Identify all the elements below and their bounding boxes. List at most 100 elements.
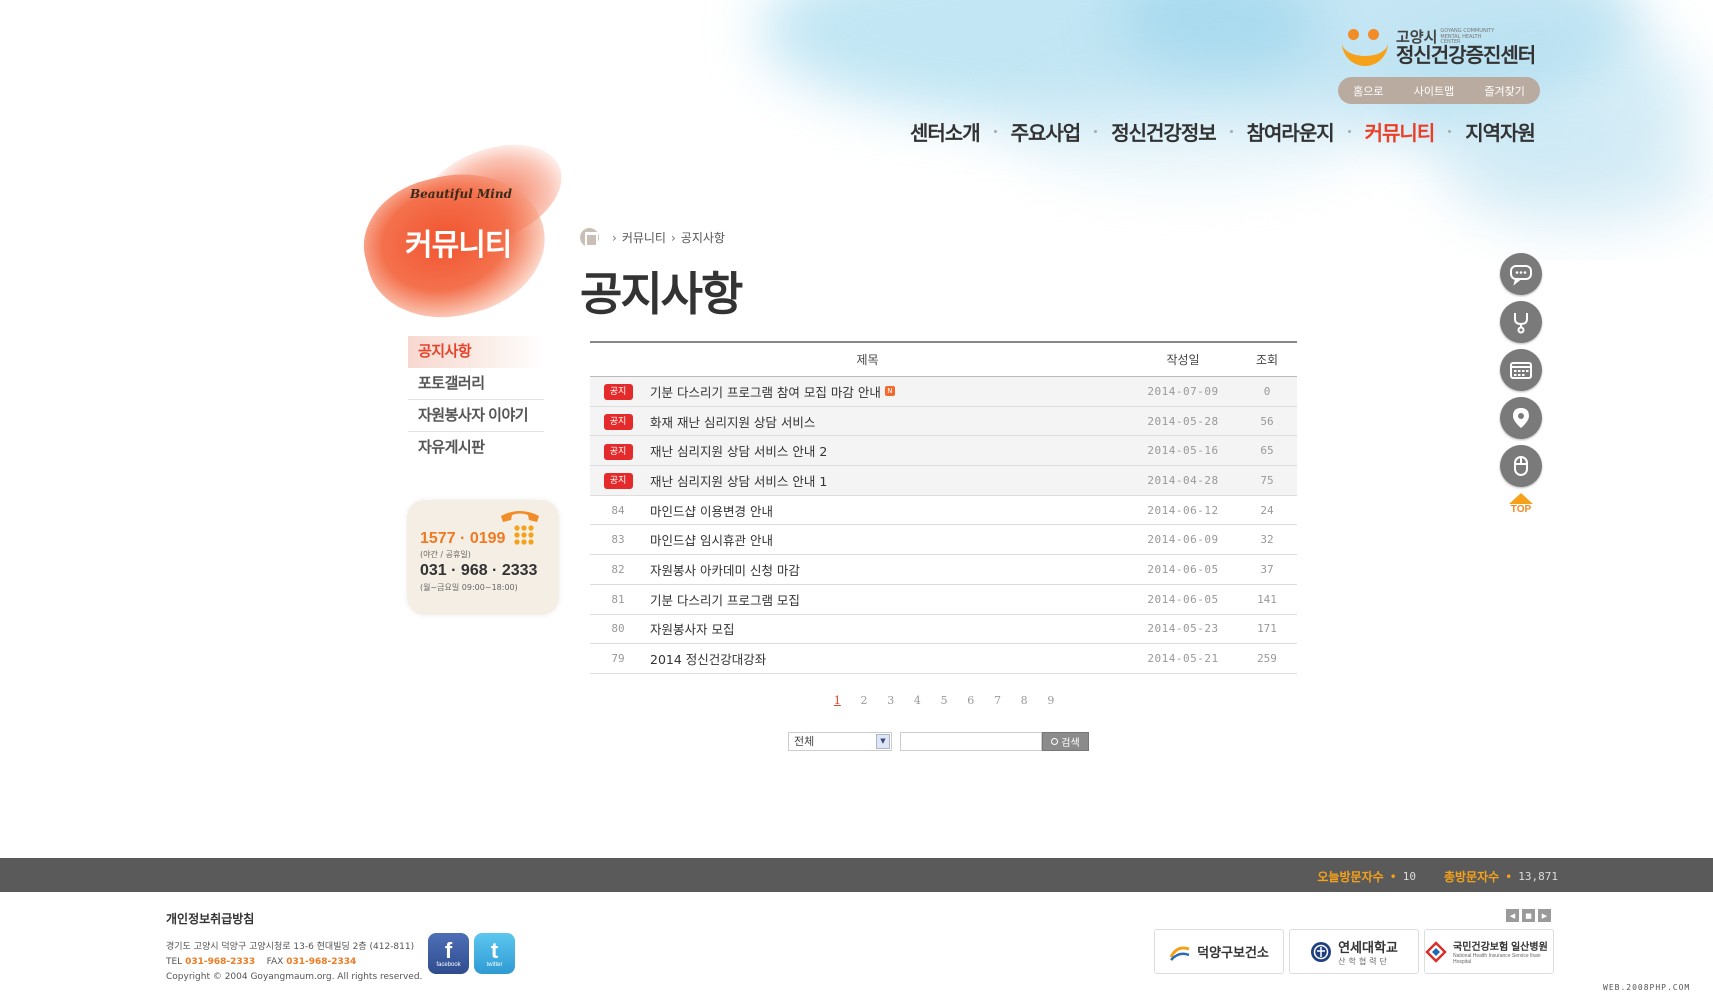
gnb-item-programs[interactable]: 주요사업 xyxy=(1011,117,1082,146)
board-header: 제목 작성일 조회 xyxy=(590,343,1297,377)
post-date: 2014-06-12 xyxy=(1147,503,1219,517)
twitter-icon[interactable]: t twitter xyxy=(474,933,515,974)
post-hits: 56 xyxy=(1260,414,1274,428)
post-row[interactable]: 82 자원봉사 아카데미 신청 마감 2014-06-05 37 xyxy=(590,555,1297,585)
address: 경기도 고양시 덕양구 고양시청로 13-6 현대빌딩 2층 (412-811) xyxy=(166,942,415,952)
family-site-controls: ◀ ■ ▶ xyxy=(1506,909,1551,922)
post-date: 2014-06-05 xyxy=(1147,562,1219,576)
lnb-item-notice[interactable]: 공지사항 xyxy=(408,336,544,368)
post-title[interactable]: 자원봉사 아카데미 신청 마감 xyxy=(650,560,800,579)
post-number: 80 xyxy=(611,622,625,636)
mouse-icon[interactable] xyxy=(1500,445,1542,487)
notice-badge: 공지 xyxy=(603,414,633,431)
stethoscope-icon[interactable] xyxy=(1500,301,1542,343)
post-title[interactable]: 마인드샵 임시휴관 안내 xyxy=(650,530,773,549)
post-row[interactable]: 79 2014 정신건강대강좌 2014-05-21 259 xyxy=(590,644,1297,674)
page-link[interactable]: 9 xyxy=(1038,694,1065,707)
notice-row[interactable]: 공지 기분 다스리기 프로그램 참여 모집 마감 안내 N 2014-07-09 … xyxy=(590,377,1297,407)
post-date: 2014-05-16 xyxy=(1147,444,1219,458)
page-link[interactable]: 7 xyxy=(984,694,1011,707)
search-scope-select[interactable]: 전체 ▼ xyxy=(788,732,892,751)
scroll-top-button[interactable]: TOP xyxy=(1500,493,1542,515)
breadcrumb-item[interactable]: 공지사항 xyxy=(681,229,725,246)
post-date: 2014-05-23 xyxy=(1147,622,1219,636)
post-hits: 171 xyxy=(1257,622,1277,636)
post-title[interactable]: 자원봉사자 모집 xyxy=(650,619,734,638)
stop-icon[interactable]: ■ xyxy=(1522,909,1535,922)
contact-line: TEL 031-968-2333 FAX 031-968-2334 xyxy=(166,955,422,970)
page-link[interactable]: 5 xyxy=(931,694,958,707)
section-title: 커뮤니티 xyxy=(405,229,512,262)
page-link[interactable]: 8 xyxy=(1011,694,1038,707)
location-icon[interactable] xyxy=(1500,397,1542,439)
lnb-item-volunteer-story[interactable]: 자원봉사자 이야기 xyxy=(408,400,544,432)
home-icon[interactable] xyxy=(580,228,599,247)
gnb-item-info[interactable]: 정신건강정보 xyxy=(1111,117,1216,146)
page-link[interactable]: 6 xyxy=(957,694,984,707)
hotline-note: (야간 / 공휴일) xyxy=(420,550,471,559)
column-date: 작성일 xyxy=(1166,353,1200,367)
post-row[interactable]: 81 기분 다스리기 프로그램 모집 2014-06-05 141 xyxy=(590,585,1297,615)
family-site-ilsan-hospital[interactable]: 국민건강보험 일산병원 National Health Insurance Ser… xyxy=(1424,929,1554,974)
privacy-policy-link[interactable]: 개인정보취급방침 xyxy=(166,910,254,927)
post-date: 2014-06-09 xyxy=(1147,533,1219,547)
prev-icon[interactable]: ◀ xyxy=(1506,909,1519,922)
post-title[interactable]: 기분 다스리기 프로그램 참여 모집 마감 안내 xyxy=(650,382,881,401)
family-site-name: 덕양구보건소 xyxy=(1197,945,1269,960)
post-title[interactable]: 기분 다스리기 프로그램 모집 xyxy=(650,590,800,609)
family-site-sub: 산학협력단 xyxy=(1338,956,1390,966)
post-title[interactable]: 재난 심리지원 상담 서비스 안내 2 xyxy=(650,441,827,460)
section-tagline: Beautiful Mind xyxy=(410,187,512,201)
next-icon[interactable]: ▶ xyxy=(1538,909,1551,922)
search-button-label: 검색 xyxy=(1061,738,1080,749)
home-link[interactable]: 홈으로 xyxy=(1353,83,1383,99)
gnb-item-lounge[interactable]: 참여라운지 xyxy=(1247,117,1335,146)
chat-icon[interactable] xyxy=(1500,253,1542,295)
notice-row[interactable]: 공지 화재 재난 심리지원 상담 서비스 2014-05-28 56 xyxy=(590,406,1297,437)
post-number: 84 xyxy=(611,503,625,517)
post-row[interactable]: 83 마인드샵 임시휴관 안내 2014-06-09 32 xyxy=(590,525,1297,556)
post-row[interactable]: 80 자원봉사자 모집 2014-05-23 171 xyxy=(590,615,1297,645)
post-row[interactable]: 84 마인드샵 이용변경 안내 2014-06-12 24 xyxy=(590,496,1297,526)
gnb-item-resources[interactable]: 지역자원 xyxy=(1465,117,1536,146)
quick-menu: TOP xyxy=(1500,253,1542,515)
page-link[interactable]: 3 xyxy=(877,694,904,707)
post-title[interactable]: 마인드샵 이용변경 안내 xyxy=(650,501,773,520)
lnb-item-free-board[interactable]: 자유게시판 xyxy=(408,432,544,464)
family-site-yonsei[interactable]: 연세대학교 산학협력단 xyxy=(1289,929,1419,974)
post-date: 2014-07-09 xyxy=(1147,384,1219,398)
sns-links: f facebook t twitter xyxy=(428,933,515,974)
breadcrumb-item[interactable]: 커뮤니티 xyxy=(622,229,666,246)
search-button[interactable]: 검색 xyxy=(1042,732,1089,751)
post-title[interactable]: 화재 재난 심리지원 상담 서비스 xyxy=(650,412,815,431)
page-link[interactable]: 4 xyxy=(904,694,931,707)
breadcrumb: › 커뮤니티 › 공지사항 xyxy=(580,228,725,247)
gnb-separator xyxy=(993,130,997,133)
sitemap-link[interactable]: 사이트맵 xyxy=(1414,83,1454,99)
local-nav: 공지사항 포토갤러리 자원봉사자 이야기 자유게시판 xyxy=(408,336,544,464)
page-link[interactable]: 2 xyxy=(851,694,878,707)
gnb-item-community[interactable]: 커뮤니티 xyxy=(1365,117,1436,146)
column-hits: 조회 xyxy=(1255,353,1279,367)
logo-heart-icon xyxy=(1340,26,1392,70)
site-logo[interactable]: 고양시 GOYANG COMMUNITY MENTAL HEALTH CENTER… xyxy=(1340,24,1540,72)
lnb-item-gallery[interactable]: 포토갤러리 xyxy=(408,368,544,400)
post-hits: 32 xyxy=(1260,533,1274,547)
logo-english: GOYANG COMMUNITY MENTAL HEALTH CENTER xyxy=(1440,28,1495,46)
post-title[interactable]: 재난 심리지원 상담 서비스 안내 1 xyxy=(650,471,827,490)
post-title[interactable]: 2014 정신건강대강좌 xyxy=(650,649,766,668)
section-title-splash: Beautiful Mind 커뮤니티 xyxy=(350,125,590,335)
notice-row[interactable]: 공지 재난 심리지원 상담 서비스 안내 2 2014-05-16 65 xyxy=(590,436,1297,467)
calendar-icon[interactable] xyxy=(1500,349,1542,391)
chevron-down-icon[interactable]: ▼ xyxy=(876,734,890,749)
bookmark-link[interactable]: 즐겨찾기 xyxy=(1484,83,1524,99)
family-site-health-center[interactable]: 덕양구보건소 xyxy=(1154,929,1284,974)
page-link-current[interactable]: 1 xyxy=(824,694,851,707)
fax-number: 031-968-2334 xyxy=(286,957,357,967)
logo-name: 정신건강증진센터 xyxy=(1396,44,1536,67)
gnb-item-about[interactable]: 센터소개 xyxy=(910,117,981,146)
facebook-icon[interactable]: f facebook xyxy=(428,933,469,974)
notice-row[interactable]: 공지 재난 심리지원 상담 서비스 안내 1 2014-04-28 75 xyxy=(590,466,1297,496)
search-input[interactable] xyxy=(900,732,1042,751)
notice-board: 제목 작성일 조회 공지 기분 다스리기 프로그램 참여 모집 마감 안내 N 2… xyxy=(590,341,1297,674)
